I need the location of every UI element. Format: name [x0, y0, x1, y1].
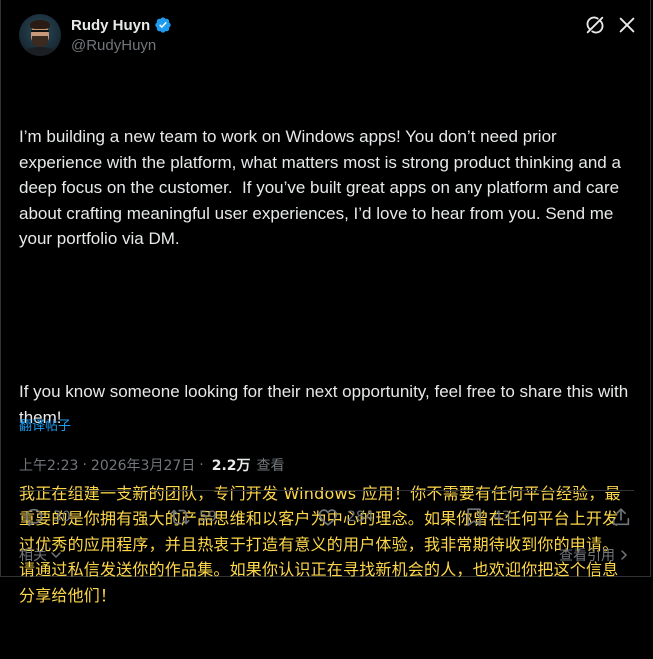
author-handle[interactable]: @RudyHuyn	[71, 37, 156, 54]
avatar-beard	[32, 36, 48, 47]
like-button[interactable]: 284	[317, 506, 374, 528]
bookmark-icon	[467, 508, 481, 527]
translated-text: 我正在组建一支新的团队，专门开发 Windows 应用！你不需要有任何平台经验，…	[19, 484, 621, 605]
share-button[interactable]	[610, 506, 632, 528]
repost-icon	[170, 509, 190, 525]
related-toggle[interactable]: 相关	[19, 545, 62, 565]
tweet-text: I’m building a new team to work on Windo…	[19, 73, 634, 659]
bookmark-button[interactable]: 43	[463, 506, 511, 528]
views-count: 2.2万	[211, 458, 251, 474]
author-display-name[interactable]: Rudy Huyn	[71, 17, 150, 34]
tweet-paragraph: I’m building a new team to work on Windo…	[19, 127, 626, 248]
heart-icon	[318, 509, 338, 526]
avatar-glasses	[31, 30, 49, 36]
post-date[interactable]: 2026年3月27日	[91, 455, 195, 475]
grok-icon[interactable]	[584, 14, 606, 36]
action-bar: 30 59 284 43	[19, 506, 634, 536]
author-name-row[interactable]: Rudy Huyn	[71, 15, 172, 35]
reply-button[interactable]: 30	[23, 506, 71, 528]
view-quotes-label: 查看引用	[559, 548, 615, 564]
bookmark-count: 43	[493, 509, 511, 525]
tweet-meta: 上午2:23 · 2026年3月27日 · 2.2万 查看	[19, 455, 285, 475]
reply-icon	[25, 508, 43, 527]
reply-count: 30	[53, 509, 71, 525]
tweet-paragraph: If you know someone looking for their ne…	[19, 382, 633, 427]
view-quotes-link[interactable]: 查看引用	[559, 545, 630, 565]
chevron-right-icon	[621, 550, 628, 560]
avatar[interactable]	[19, 14, 61, 56]
tweet-card: Rudy Huyn @RudyHuyn I’m building a new t…	[0, 0, 651, 605]
views-label: 查看	[256, 458, 285, 474]
avatar-hair	[30, 20, 50, 29]
meta-separator: ·	[199, 457, 204, 473]
meta-separator: ·	[82, 457, 87, 473]
repost-count: 59	[199, 509, 217, 525]
repost-button[interactable]: 59	[169, 506, 217, 528]
like-count: 284	[347, 509, 374, 525]
divider	[19, 490, 634, 491]
related-label: 相关	[19, 548, 47, 564]
chevron-down-icon	[51, 552, 61, 559]
share-icon	[612, 508, 630, 526]
translate-post-link[interactable]: 翻译帖子	[19, 415, 71, 434]
post-time[interactable]: 上午2:23	[19, 455, 78, 475]
verified-badge-icon	[155, 17, 171, 33]
avatar-shirt	[23, 47, 57, 56]
close-icon[interactable]	[616, 14, 638, 36]
